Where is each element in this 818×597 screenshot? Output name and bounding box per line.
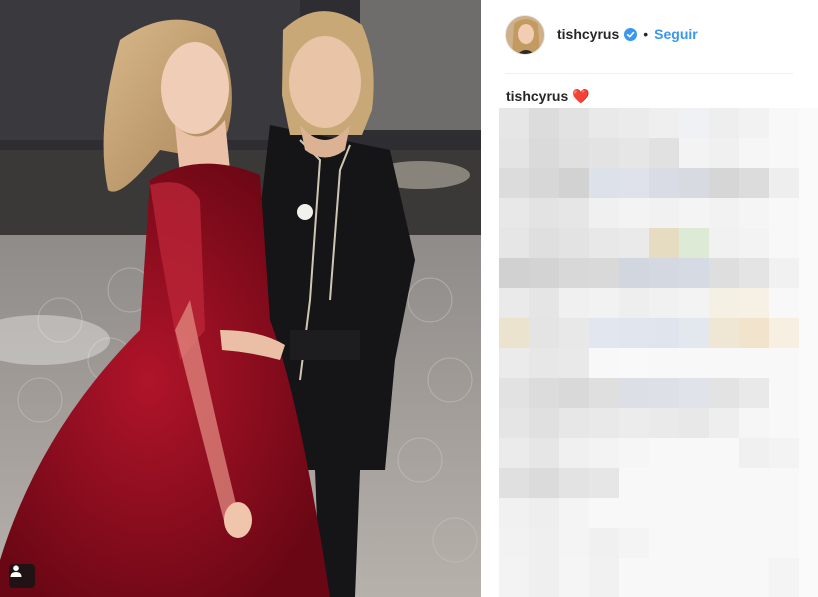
photo-illustration xyxy=(0,0,481,597)
post-photo[interactable] xyxy=(0,0,481,597)
verified-badge-icon xyxy=(624,27,638,41)
instagram-post: tishcyrus • Seguir tishcyrus ❤️ xyxy=(0,0,818,597)
blurred-comments-area xyxy=(499,108,818,597)
header-divider xyxy=(505,73,793,74)
caption-username[interactable]: tishcyrus xyxy=(506,88,568,104)
heart-emoji: ❤️ xyxy=(572,88,590,104)
pixelated-comments xyxy=(499,108,818,597)
header-separator: • xyxy=(643,26,649,42)
follow-button[interactable]: Seguir xyxy=(654,26,698,42)
header-username[interactable]: tishcyrus xyxy=(557,26,619,42)
avatar-image xyxy=(506,16,544,54)
post-header: tishcyrus • Seguir xyxy=(481,0,818,74)
user-tag-icon xyxy=(10,565,22,577)
avatar[interactable] xyxy=(505,15,545,55)
post-sidebar: tishcyrus • Seguir tishcyrus ❤️ xyxy=(481,0,818,597)
header-user-row: tishcyrus • Seguir xyxy=(557,26,698,42)
user-tag-button[interactable] xyxy=(9,564,35,588)
post-caption: tishcyrus ❤️ xyxy=(506,88,590,104)
